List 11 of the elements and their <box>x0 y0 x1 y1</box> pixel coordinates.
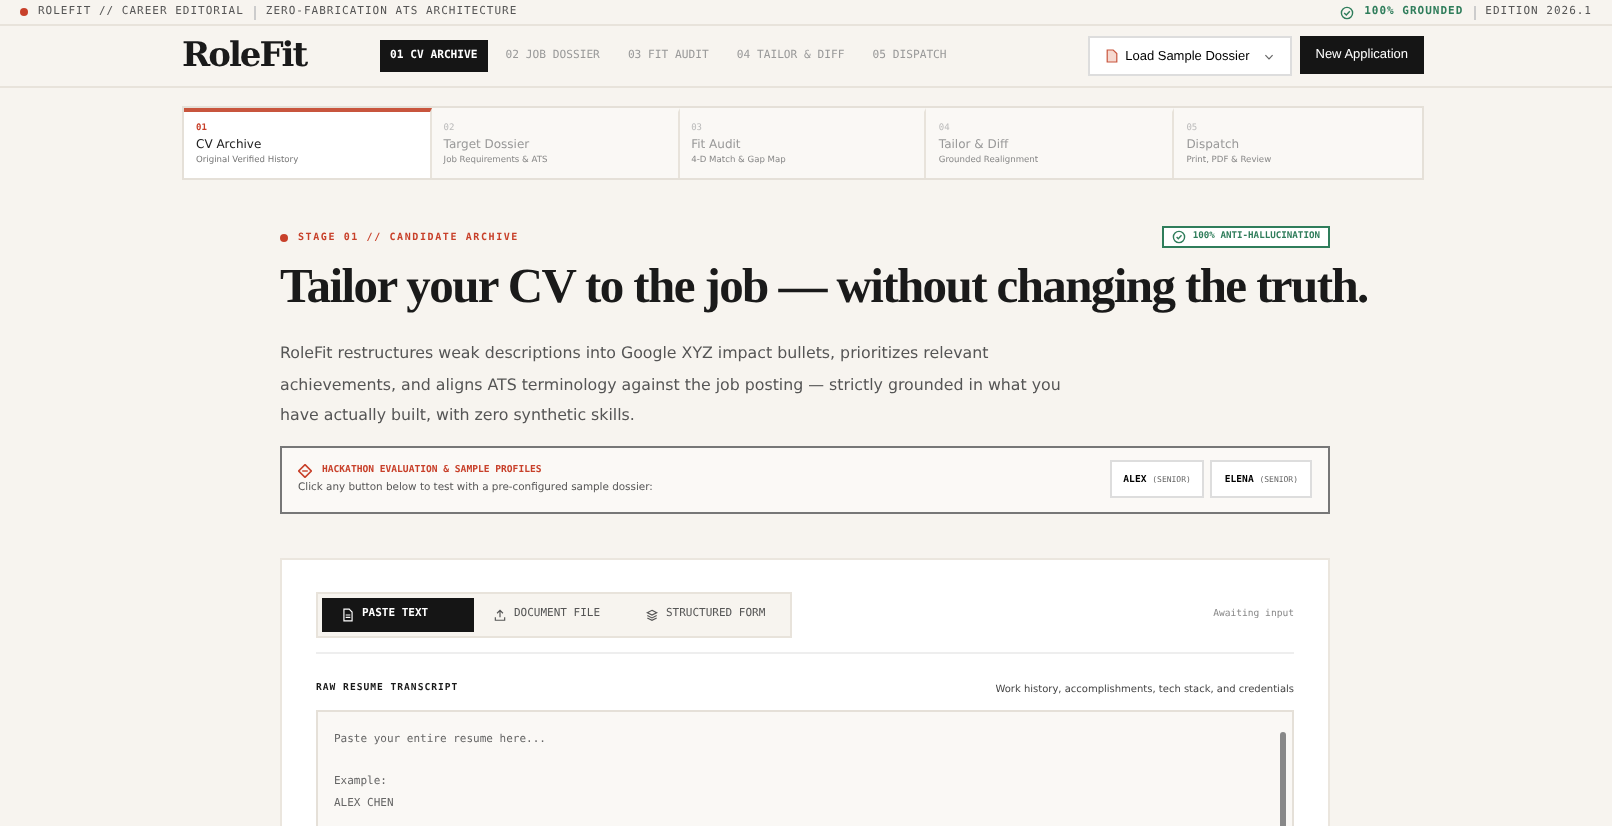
stack-icon <box>646 607 658 621</box>
document-icon <box>342 607 354 621</box>
check-circle-icon <box>1340 5 1355 19</box>
chevron-down-icon <box>1263 53 1274 59</box>
status-dot <box>20 8 28 16</box>
document-icon <box>1105 48 1118 64</box>
upload-icon <box>494 607 506 621</box>
headline: Tailor your CV to the job — without changing the truth. <box>280 258 1368 318</box>
diamond-icon <box>298 464 312 478</box>
stage-dot <box>280 233 288 241</box>
logo: RoleFit <box>182 36 310 76</box>
